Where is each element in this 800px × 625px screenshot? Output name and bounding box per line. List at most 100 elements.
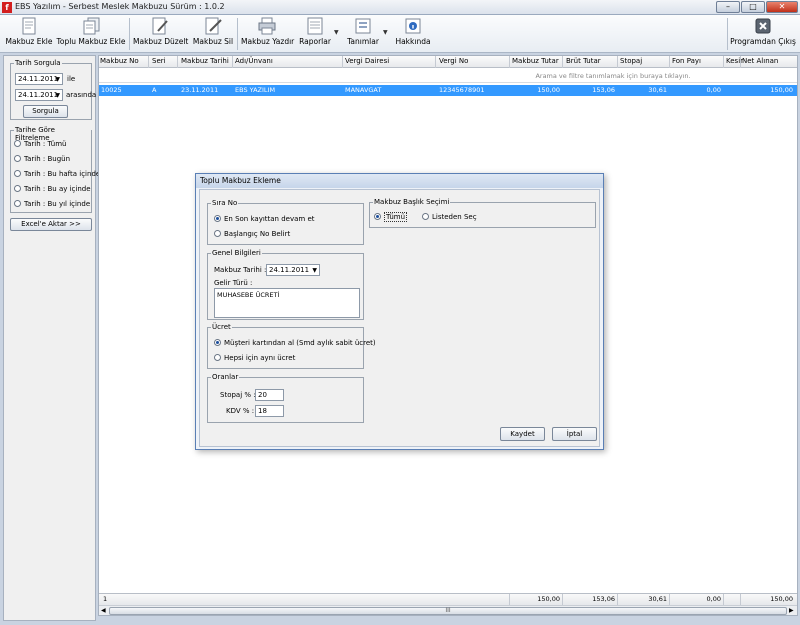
ucret-ayni-radio[interactable]: Hepsi için aynı ücret: [214, 353, 295, 363]
minimize-button[interactable]: –: [716, 1, 740, 13]
kdv-input[interactable]: 18: [255, 405, 284, 417]
excel-aktar-button[interactable]: Excel'e Aktar >>: [10, 218, 92, 231]
makbuz-duzelt-label: Makbuz Düzelt: [133, 37, 189, 46]
oranlar-title: Oranlar: [211, 373, 240, 381]
column-divider: [342, 56, 343, 68]
sira-devam-radio[interactable]: En Son kayıttan devam et: [214, 214, 315, 224]
filter-bugun-radio[interactable]: Tarih : Bugün: [14, 154, 70, 164]
column-divider: [669, 56, 670, 68]
makbuz-tarihi-picker[interactable]: 24.11.2011 ▼: [266, 264, 320, 276]
footer-count: 1: [103, 595, 108, 603]
sira-baslangic-radio[interactable]: Başlangıç No Belirt: [214, 229, 290, 239]
chevron-down-icon: ▼: [55, 92, 60, 99]
date-from-picker[interactable]: 24.11.2011 ▼: [15, 73, 63, 85]
date-to-picker[interactable]: 24.11.2011 ▼: [15, 89, 63, 101]
footer-fon-payi: 0,00: [706, 595, 721, 603]
oranlar-group: Oranlar Stopaj % : 20 KDV % : 18: [207, 373, 364, 423]
close-button[interactable]: ✕: [766, 1, 798, 13]
raporlar-button[interactable]: Raporlar: [298, 17, 332, 51]
radio-selected-icon: [374, 213, 381, 220]
column-header[interactable]: Brüt Tutar: [566, 57, 601, 65]
column-header[interactable]: Net Alınan: [742, 57, 778, 65]
chevron-down-icon: ▼: [55, 76, 60, 83]
filter-yil-radio[interactable]: Tarih : Bu yıl içinde: [14, 199, 90, 209]
column-header[interactable]: Stopaj: [620, 57, 642, 65]
sira-opt2-label: Başlangıç No Belirt: [224, 230, 291, 238]
makbuz-ekle-label: Makbuz Ekle: [5, 37, 53, 46]
footer-makbuz-tutar: 150,00: [537, 595, 560, 603]
exit-icon: [755, 18, 771, 34]
column-header[interactable]: Adı/Ünvanı: [235, 57, 273, 65]
toolbar-separator: [237, 18, 238, 50]
date-from-value: 24.11.2011: [18, 75, 59, 83]
kdv-label: KDV % :: [226, 407, 255, 415]
column-divider: [562, 56, 563, 68]
baslik-tumu-radio[interactable]: Tümü: [374, 212, 408, 222]
raporlar-dropdown-icon[interactable]: ▼: [334, 29, 339, 36]
cell-fon-payi: 0,00: [706, 86, 721, 94]
filter-label: Tarih : Bugün: [24, 155, 71, 163]
sira-no-group: Sıra No En Son kayıttan devam et Başlang…: [207, 199, 364, 245]
iptal-button[interactable]: İptal: [552, 427, 597, 441]
filter-row[interactable]: Arama ve filtre tanımlamak için buraya t…: [99, 69, 797, 83]
scroll-right-icon[interactable]: ▶: [789, 607, 794, 614]
column-header[interactable]: Vergi Dairesi: [345, 57, 389, 65]
title-bar: f EBS Yazılım - Serbest Meslek Makbuzu S…: [0, 0, 800, 15]
programdan-cikis-button[interactable]: Programdan Çıkış: [730, 17, 796, 51]
gelir-turu-textarea[interactable]: MUHASEBE ÜCRETİ: [214, 288, 360, 318]
tanimlar-dropdown-icon[interactable]: ▼: [383, 29, 388, 36]
tarih-sorgula-title: Tarih Sorgula: [14, 59, 62, 67]
filter-hafta-radio[interactable]: Tarih : Bu hafta içinde: [14, 169, 100, 179]
scrollbar-thumb[interactable]: III: [109, 607, 787, 615]
column-header[interactable]: Vergi No: [439, 57, 468, 65]
toplu-makbuz-ekle-button[interactable]: Toplu Makbuz Ekle: [56, 17, 126, 51]
sira-opt1-label: En Son kayıttan devam et: [224, 215, 315, 223]
filter-ay-radio[interactable]: Tarih : Bu ay içinde: [14, 184, 91, 194]
toolbar-separator: [129, 18, 130, 50]
makbuz-ekle-button[interactable]: Makbuz Ekle: [5, 17, 53, 51]
genel-bilgileri-title: Genel Bilgileri: [211, 249, 262, 257]
window-title: EBS Yazılım - Serbest Meslek Makbuzu Sür…: [15, 2, 225, 11]
ucret-musteri-radio[interactable]: Müşteri kartından al (Smd aylık sabit üc…: [214, 338, 376, 348]
stopaj-input[interactable]: 20: [255, 389, 284, 401]
makbuz-duzelt-button[interactable]: Makbuz Düzelt: [133, 17, 189, 51]
tanimlar-button[interactable]: Tanımlar: [345, 17, 381, 51]
table-row[interactable]: 10025 A 23.11.2011 EBS YAZILIM MANAVGAT …: [99, 85, 797, 96]
sorgula-button[interactable]: Sorgula: [23, 105, 68, 118]
makbuz-yazdir-button[interactable]: Makbuz Yazdır: [241, 17, 295, 51]
column-header[interactable]: Makbuz Tarihi: [181, 57, 229, 65]
sira-no-title: Sıra No: [211, 199, 239, 207]
info-icon: [405, 18, 421, 34]
cell-makbuz-tarihi: 23.11.2011: [181, 86, 219, 94]
horizontal-scrollbar[interactable]: ◀ III ▶: [99, 605, 797, 615]
kaydet-button[interactable]: Kaydet: [500, 427, 545, 441]
filter-label: Tarih : Tümü: [24, 140, 67, 148]
baslik-opt1-label: Tümü: [384, 212, 408, 222]
makbuz-baslik-title: Makbuz Başlık Seçimi: [373, 198, 451, 206]
radio-icon: [214, 354, 221, 361]
column-header[interactable]: Makbuz Tutar: [512, 57, 559, 65]
gelir-turu-label: Gelir Türü :: [214, 279, 253, 287]
makbuz-tarihi-label: Makbuz Tarihi :: [214, 266, 267, 274]
cell-seri: A: [152, 86, 157, 94]
genel-bilgileri-group: Genel Bilgileri Makbuz Tarihi : 24.11.20…: [207, 249, 364, 320]
radio-icon: [14, 170, 21, 177]
column-divider: [435, 56, 436, 68]
stopaj-label: Stopaj % :: [220, 391, 256, 399]
column-header[interactable]: Seri: [152, 57, 166, 65]
baslik-listeden-radio[interactable]: Listeden Seç: [422, 212, 477, 222]
column-divider: [740, 56, 741, 68]
column-header[interactable]: Makbuz No: [100, 57, 139, 65]
report-icon: [307, 17, 323, 35]
column-header[interactable]: Fon Payı: [672, 57, 701, 65]
filter-tumu-radio[interactable]: Tarih : Tümü: [14, 139, 66, 149]
makbuz-yazdir-label: Makbuz Yazdır: [241, 37, 295, 46]
maximize-button[interactable]: □: [741, 1, 765, 13]
cell-makbuz-no: 10025: [101, 86, 122, 94]
radio-icon: [14, 200, 21, 207]
scroll-left-icon[interactable]: ◀: [101, 607, 106, 614]
makbuz-sil-button[interactable]: Makbuz Sil: [191, 17, 235, 51]
cell-vergi-no: 12345678901: [439, 86, 485, 94]
hakkinda-button[interactable]: Hakkında: [395, 17, 431, 51]
multi-document-icon: [83, 17, 100, 35]
